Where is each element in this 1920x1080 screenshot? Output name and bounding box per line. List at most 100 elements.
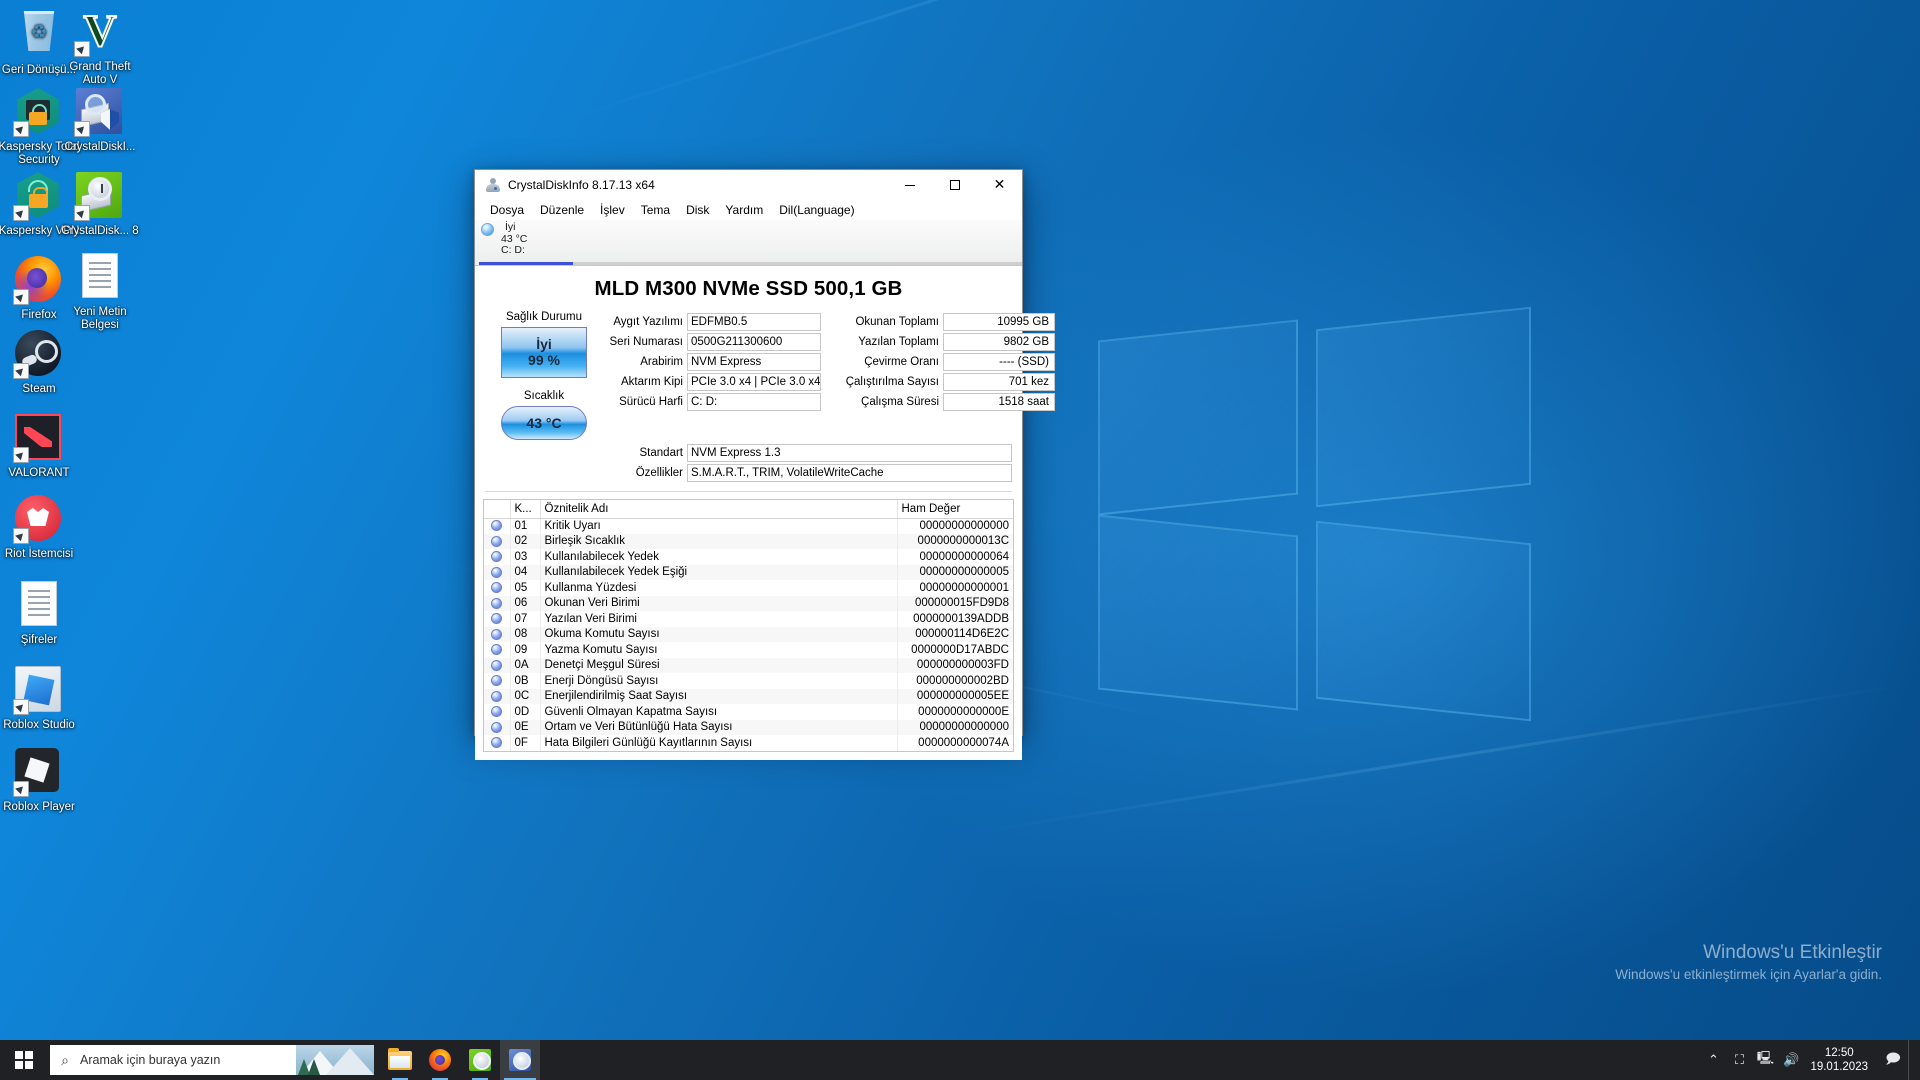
table-row[interactable]: 0FHata Bilgileri Günlüğü Kayıtlarının Sa… xyxy=(484,735,1013,751)
desktop-icon-label: Yeni Metin Belgesi xyxy=(57,306,143,332)
activation-subtitle: Windows'u etkinleştirmek için Ayarlar'a … xyxy=(1615,965,1882,984)
desktop-icon-yeni-metin-belgesi[interactable]: Yeni Metin Belgesi xyxy=(57,252,143,332)
attribute-raw-value-cell: 00000000000005 xyxy=(897,565,1013,581)
table-row[interactable]: 0EOrtam ve Veri Bütünlüğü Hata Sayısı000… xyxy=(484,720,1013,736)
desktop-icon-valorant[interactable]: VALORANT xyxy=(0,414,82,480)
clock-time: 12:50 xyxy=(1810,1046,1868,1060)
column-header-status[interactable] xyxy=(484,500,510,518)
field-label: Çalışma Süresi xyxy=(841,393,943,411)
field-value-standard[interactable]: NVM Express 1.3 xyxy=(687,444,1012,462)
disk-selector-strip: İyi 43 °C C: D: xyxy=(475,220,1022,266)
table-row[interactable]: 06Okunan Veri Birimi000000015FD9D8 xyxy=(484,596,1013,612)
desktop-icon-label: Riot İstemcisi xyxy=(0,548,82,561)
crystaldiskinfo-window[interactable]: CrystalDiskInfo 8.17.13 x64 ✕ Dosya Düze… xyxy=(474,169,1023,736)
desktop-icon-crystaldiskinfo[interactable]: CrystalDiskI... xyxy=(57,88,143,154)
attribute-raw-value-cell: 000000114D6E2C xyxy=(897,627,1013,643)
row-status-led-cell xyxy=(484,580,510,596)
field-value-power-on-count[interactable]: 701 kez xyxy=(943,373,1055,391)
status-led-icon xyxy=(491,567,502,578)
field-row-power-on-count: Çalıştırılma Sayısı 701 kez xyxy=(841,373,1055,391)
taskbar[interactable]: ⌕ Aramak için buraya yazın ⌃ ⛶ xyxy=(0,1040,1920,1080)
status-led-icon xyxy=(491,644,502,655)
desktop-icon-gta-v[interactable]: V Grand Theft Auto V xyxy=(57,8,143,87)
field-value-features[interactable]: S.M.A.R.T., TRIM, VolatileWriteCache xyxy=(687,464,1012,482)
window-titlebar[interactable]: CrystalDiskInfo 8.17.13 x64 ✕ xyxy=(475,170,1022,200)
menu-tema[interactable]: Tema xyxy=(633,201,678,219)
taskbar-clock[interactable]: 12:50 19.01.2023 xyxy=(1804,1046,1878,1074)
minimize-button[interactable] xyxy=(887,170,932,200)
field-row-drive-letter: Sürücü Harfi C: D: xyxy=(603,393,821,411)
table-row[interactable]: 05Kullanma Yüzdesi00000000000001 xyxy=(484,580,1013,596)
status-led-icon xyxy=(491,551,502,562)
status-led-icon xyxy=(491,737,502,748)
search-box[interactable]: ⌕ Aramak için buraya yazın xyxy=(50,1045,374,1075)
crystaldiskmark-icon xyxy=(469,1049,491,1071)
field-value-interface[interactable]: NVM Express xyxy=(687,353,821,371)
table-row[interactable]: 0ADenetçi Meşgul Süresi000000000003FD xyxy=(484,658,1013,674)
show-desktop-button[interactable] xyxy=(1908,1040,1916,1080)
table-row[interactable]: 07Yazılan Veri Birimi0000000139ADDB xyxy=(484,611,1013,627)
desktop-icon-label: Grand Theft Auto V xyxy=(57,61,143,87)
table-row[interactable]: 09Yazma Komutu Sayısı0000000D17ABDC xyxy=(484,642,1013,658)
section-divider xyxy=(485,491,1012,492)
table-row[interactable]: 04Kullanılabilecek Yedek Eşiği0000000000… xyxy=(484,565,1013,581)
network-icon[interactable]: 🖳 xyxy=(1752,1040,1778,1080)
attribute-name-cell: Kullanılabilecek Yedek Eşiği xyxy=(540,565,897,581)
desktop-icon-roblox-player[interactable]: Roblox Player xyxy=(0,748,82,814)
row-status-led-cell xyxy=(484,534,510,550)
field-value-drive-letter[interactable]: C: D: xyxy=(687,393,821,411)
menu-islev[interactable]: İşlev xyxy=(592,201,633,219)
taskbar-app-crystaldiskmark[interactable] xyxy=(460,1040,500,1080)
menu-yardim[interactable]: Yardım xyxy=(717,201,771,219)
smart-attributes-panel[interactable]: K... Öznitelik Adı Ham Değer 01Kritik Uy… xyxy=(483,499,1014,752)
field-value-power-on-hours[interactable]: 1518 saat xyxy=(943,393,1055,411)
volume-icon[interactable]: 🔊 xyxy=(1778,1040,1804,1080)
desktop-icon-sifreler[interactable]: Şifreler xyxy=(0,580,82,647)
taskbar-app-file-explorer[interactable] xyxy=(380,1040,420,1080)
desktop[interactable]: Geri Dönüşü... V Grand Theft Auto V Kasp… xyxy=(0,0,1920,1080)
temperature-badge[interactable]: 43 °C xyxy=(501,406,587,440)
desktop-icon-roblox-studio[interactable]: Roblox Studio xyxy=(0,666,82,732)
camera-icon[interactable]: ⛶ xyxy=(1726,1040,1752,1080)
row-status-led-cell xyxy=(484,565,510,581)
field-value-firmware[interactable]: EDFMB0.5 xyxy=(687,313,821,331)
desktop-icon-riot-client[interactable]: Riot İstemcisi xyxy=(0,495,82,561)
column-header-attribute-name[interactable]: Öznitelik Adı xyxy=(540,500,897,518)
steam-icon xyxy=(15,330,63,378)
maximize-button[interactable] xyxy=(932,170,977,200)
table-row[interactable]: 02Birleşik Sıcaklık0000000000013C xyxy=(484,534,1013,550)
menu-dil-language[interactable]: Dil(Language) xyxy=(771,201,862,219)
health-status-badge[interactable]: İyi 99 % xyxy=(501,327,587,378)
close-button[interactable]: ✕ xyxy=(977,170,1022,200)
field-row-serial-number: Seri Numarası 0500G211300600 xyxy=(603,333,821,351)
disk-tab-c-d[interactable]: İyi 43 °C C: D: xyxy=(479,220,551,257)
attribute-raw-value-cell: 0000000000074A xyxy=(897,735,1013,751)
field-value-transfer-mode[interactable]: PCIe 3.0 x4 | PCIe 3.0 x4 xyxy=(687,373,821,391)
table-row[interactable]: 0CEnerjilendirilmiş Saat Sayısı000000000… xyxy=(484,689,1013,705)
menu-duzenle[interactable]: Düzenle xyxy=(532,201,592,219)
field-value-total-written[interactable]: 9802 GB xyxy=(943,333,1055,351)
taskbar-app-firefox[interactable] xyxy=(420,1040,460,1080)
table-row[interactable]: 08Okuma Komutu Sayısı000000114D6E2C xyxy=(484,627,1013,643)
disk-strip-track xyxy=(573,262,1022,265)
desktop-icon-crystaldiskmark[interactable]: CrystalDisk... 8 xyxy=(57,172,143,238)
action-center-icon[interactable]: 🗩 xyxy=(1878,1040,1908,1080)
start-button[interactable] xyxy=(0,1040,48,1080)
row-status-led-cell xyxy=(484,549,510,565)
field-value-serial-number[interactable]: 0500G211300600 xyxy=(687,333,821,351)
menu-disk[interactable]: Disk xyxy=(678,201,717,219)
attribute-raw-value-cell: 0000000139ADDB xyxy=(897,611,1013,627)
taskbar-app-crystaldiskinfo[interactable] xyxy=(500,1040,540,1080)
attribute-name-cell: Yazılan Veri Birimi xyxy=(540,611,897,627)
table-row[interactable]: 01Kritik Uyarı00000000000000 xyxy=(484,518,1013,534)
chevron-up-icon[interactable]: ⌃ xyxy=(1700,1040,1726,1080)
column-header-id[interactable]: K... xyxy=(510,500,540,518)
table-row[interactable]: 03Kullanılabilecek Yedek00000000000064 xyxy=(484,549,1013,565)
desktop-icon-steam[interactable]: Steam xyxy=(0,330,82,396)
field-value-total-read[interactable]: 10995 GB xyxy=(943,313,1055,331)
menu-dosya[interactable]: Dosya xyxy=(482,201,532,219)
table-row[interactable]: 0DGüvenli Olmayan Kapatma Sayısı00000000… xyxy=(484,704,1013,720)
column-header-raw-value[interactable]: Ham Değer xyxy=(897,500,1013,518)
field-value-rotation-rate[interactable]: ---- (SSD) xyxy=(943,353,1055,371)
table-row[interactable]: 0BEnerji Döngüsü Sayısı000000000002BD xyxy=(484,673,1013,689)
